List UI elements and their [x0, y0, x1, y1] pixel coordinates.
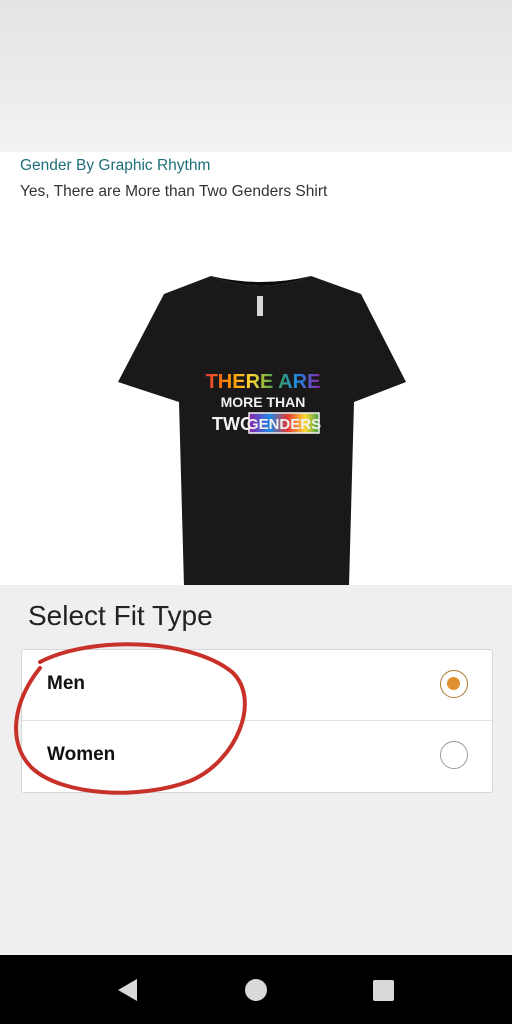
radio-selected-icon[interactable]	[440, 670, 468, 698]
fit-type-heading: Select Fit Type	[28, 600, 213, 631]
fit-option-women[interactable]: Women	[22, 721, 492, 791]
shirt-print-line3b: GENDERS	[247, 416, 321, 433]
radio-unselected-icon[interactable]	[440, 741, 468, 769]
product-image[interactable]: THERE ARE MORE THAN TWO GENDERS	[116, 274, 406, 586]
fit-option-label: Men	[47, 673, 85, 694]
shirt-tag	[257, 296, 263, 316]
fit-option-men[interactable]: Men	[22, 650, 492, 721]
top-blank-area	[0, 0, 512, 152]
fit-option-label: Women	[47, 744, 116, 765]
brand-link[interactable]: Gender By Graphic Rhythm	[20, 157, 210, 175]
product-title: Yes, There are More than Two Genders Shi…	[20, 183, 328, 200]
shirt-print-line1: THERE ARE	[206, 371, 321, 393]
back-icon[interactable]	[96, 955, 156, 1024]
fit-type-panel: Select Fit Type Men Women	[0, 585, 512, 955]
product-card: Gender By Graphic Rhythm Yes, There are …	[0, 152, 512, 586]
android-nav-bar	[0, 955, 512, 1024]
fit-options-list: Men Women	[21, 649, 493, 793]
home-icon[interactable]	[226, 955, 286, 1024]
recents-icon[interactable]	[354, 955, 414, 1024]
shirt-print-line2: MORE THAN	[221, 394, 306, 410]
